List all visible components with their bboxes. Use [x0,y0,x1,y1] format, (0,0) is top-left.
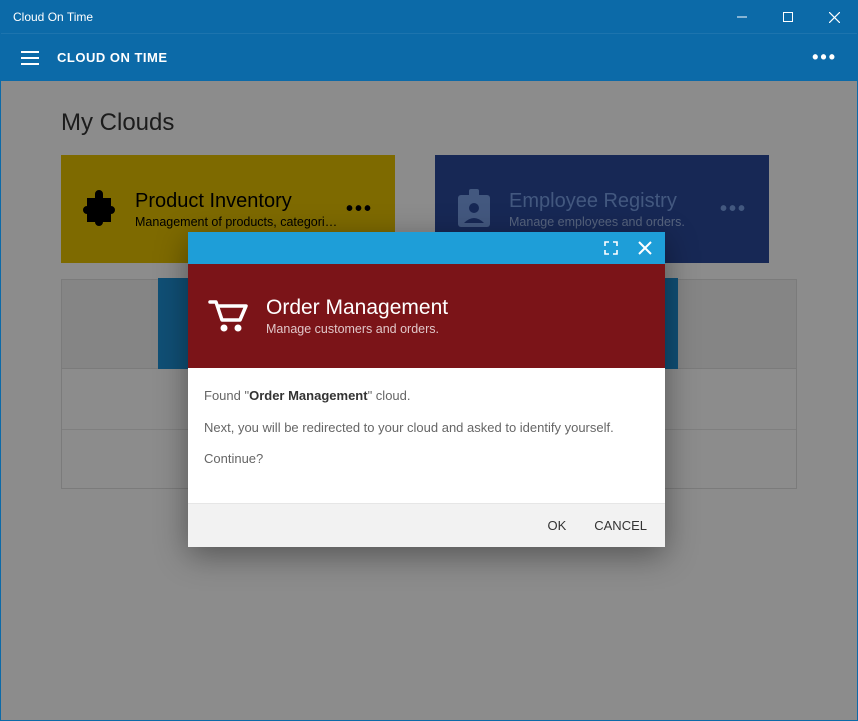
window-maximize-button[interactable] [765,1,811,33]
dialog-message-line1: Found "Order Management" cloud. [204,386,649,406]
dialog-title: Order Management [266,296,448,320]
dialog-message-line2: Next, you will be redirected to your clo… [204,418,649,438]
dialog-footer: OK CANCEL [188,503,665,547]
window-titlebar: Cloud On Time [1,1,857,33]
header-more-button[interactable]: ••• [806,43,843,72]
dialog-expand-button[interactable] [597,234,625,262]
window-close-button[interactable] [811,1,857,33]
window-minimize-button[interactable] [719,1,765,33]
app-header: CLOUD ON TIME ••• [1,33,857,81]
dialog-header: Order Management Manage customers and or… [188,264,665,368]
dialog-subtitle: Manage customers and orders. [266,322,448,336]
window-title: Cloud On Time [13,10,93,24]
hamburger-menu-button[interactable] [15,43,45,73]
dialog-message-line3: Continue? [204,449,649,469]
ok-button[interactable]: OK [547,518,566,533]
cancel-button[interactable]: CANCEL [594,518,647,533]
confirm-dialog: Order Management Manage customers and or… [188,232,665,547]
dialog-close-button[interactable] [631,234,659,262]
app-title: CLOUD ON TIME [57,50,168,65]
dialog-topbar [188,232,665,264]
dialog-body: Found "Order Management" cloud. Next, yo… [188,368,665,503]
cart-icon [206,294,250,338]
